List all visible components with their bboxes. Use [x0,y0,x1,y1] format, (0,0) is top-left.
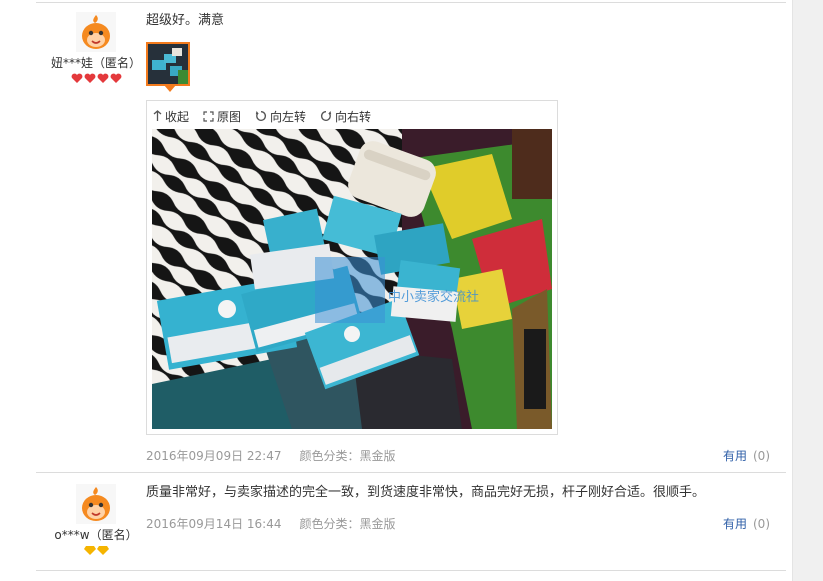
thumbnail-image [148,44,188,84]
image-viewer: 收起 原图 向左转 向右转 中小卖家交流社 [146,100,558,435]
yellow-diamond-icon [83,546,96,555]
original-image-label: 原图 [217,109,242,124]
rotate-left-button[interactable]: 向左转 [255,108,306,125]
red-heart-icon [110,73,121,83]
useful-vote: 有用 (0) [723,447,770,464]
review-text: 质量非常好，与卖家描述的完全一致，到货速度非常快，商品完好无损，杆子刚好合适。很… [146,485,706,500]
review-date: 2016年09月14日 16:44 [146,517,282,531]
red-heart-icon [71,73,82,83]
reviewer-rank [36,545,156,559]
rotate-left-label: 向左转 [270,109,307,124]
review-divider-top [36,2,786,3]
photo-watermark: 中小卖家交流社 [388,289,479,305]
review-item-2: o***w（匿名） 质量非常好，与卖家描述的完全一致，到货速度非常快，商品完好无… [36,484,786,564]
rotate-right-button[interactable]: 向右转 [320,108,371,125]
collapse-label: 收起 [165,109,190,124]
reviewer-name: o***w（匿名） [54,528,138,542]
review-divider [36,570,786,571]
reviewer-name: 妞***娃（匿名） [50,56,141,70]
photo-thumbnail[interactable] [146,42,190,92]
review-item-1: 妞***娃（匿名） 超级好。满意 收起 原图 向左转 向右转 中小卖家交流社 2… [36,12,786,464]
review-spec: 颜色分类：黑金版 [299,449,396,463]
useful-button[interactable]: 有用 [723,449,747,463]
review-content-1: 超级好。满意 收起 原图 向左转 向右转 中小卖家交流社 2016年09月09日… [146,12,776,463]
original-image-button[interactable]: 原图 [203,108,241,125]
image-viewer-toolbar: 收起 原图 向左转 向右转 [153,107,371,125]
rotate-right-icon [321,111,332,121]
thumbnail-pointer [164,85,176,92]
reviewer-info-2: o***w（匿名） [36,484,156,559]
review-date: 2016年09月09日 22:47 [146,449,282,463]
reviewer-info-1: 妞***娃（匿名） [36,12,156,87]
collapse-up-icon [153,110,162,121]
review-spec: 颜色分类：黑金版 [299,517,396,531]
rotate-right-label: 向右转 [335,109,372,124]
rotate-left-icon [255,111,267,121]
reviewer-rank [36,73,156,87]
review-meta: 2016年09月09日 22:47 颜色分类：黑金版 [146,447,396,464]
useful-vote: 有用 (0) [723,515,770,532]
review-photo[interactable]: 中小卖家交流社 [152,129,552,429]
review-meta: 2016年09月14日 16:44 颜色分类：黑金版 [146,515,396,532]
red-heart-icon [84,73,95,83]
useful-button[interactable]: 有用 [723,517,747,531]
review-text: 超级好。满意 [146,13,225,28]
page-scrollbar[interactable] [792,0,823,581]
avatar-icon [76,484,116,524]
yellow-diamond-icon [96,546,109,555]
review-divider [36,472,786,473]
useful-count: (0) [753,449,770,463]
red-heart-icon [97,73,108,83]
collapse-button[interactable]: 收起 [153,108,189,125]
expand-icon [203,110,214,122]
review-content-2: 质量非常好，与卖家描述的完全一致，到货速度非常快，商品完好无损，杆子刚好合适。很… [146,484,776,531]
useful-count: (0) [753,517,770,531]
avatar-icon [76,12,116,52]
review-photo-image: 中小卖家交流社 [152,129,552,429]
